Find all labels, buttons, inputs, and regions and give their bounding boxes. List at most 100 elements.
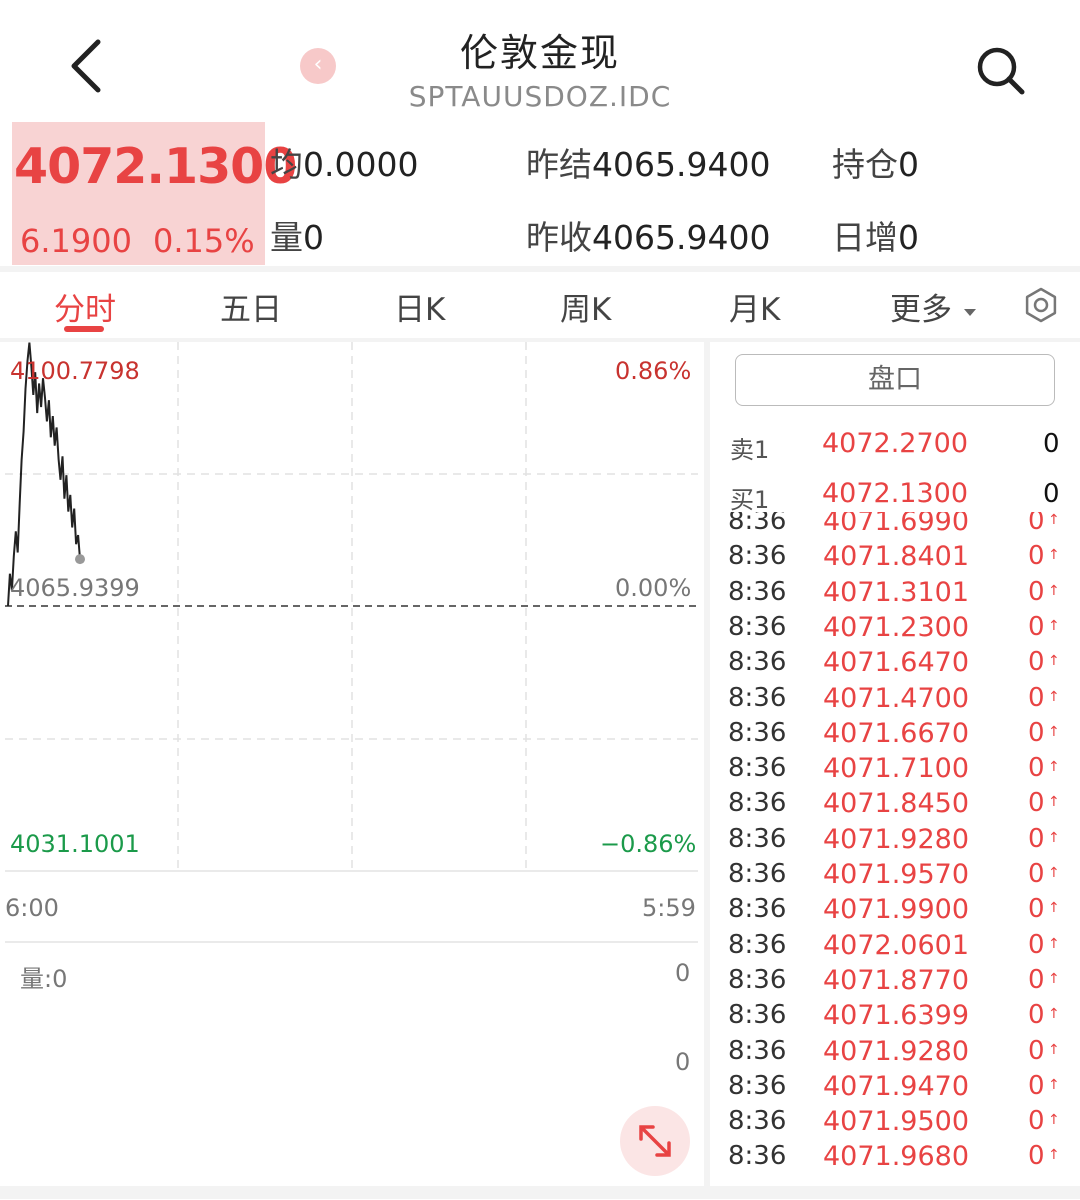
open-interest-field: 持仓0 (832, 145, 919, 184)
trade-volume: 0 (1028, 717, 1045, 748)
fullscreen-button[interactable] (620, 1106, 690, 1176)
trade-time: 8:36 (728, 929, 787, 960)
up-arrow-icon: ↑ (1048, 935, 1060, 952)
up-arrow-icon: ↑ (1048, 512, 1060, 528)
trade-volume: 0 (1028, 576, 1045, 607)
trade-price: 4071.6470 (823, 647, 970, 679)
trade-volume: 0 (1028, 929, 1045, 960)
trade-price: 4071.9470 (823, 1070, 970, 1102)
trade-row: 8:36 4071.6990 0 ↑ (712, 512, 1080, 541)
prev-instrument-button[interactable]: ‹ (300, 48, 336, 84)
price-change-pct: 0.15% (153, 222, 255, 260)
trade-price: 4072.0601 (823, 929, 970, 961)
search-icon (977, 47, 1025, 95)
trade-volume: 0 (1028, 647, 1045, 678)
trade-volume: 0 (1028, 682, 1045, 713)
trade-list[interactable]: 8:36 4071.6990 0 ↑ 8:36 4071.8401 0 ↑ 8:36 4071.3… (712, 512, 1080, 1186)
volume-label: 量:0 (20, 965, 68, 993)
sell1-price: 4072.2700 (822, 428, 969, 459)
tab-five-day[interactable]: 五日 (220, 284, 282, 329)
up-arrow-icon: ↑ (1048, 688, 1060, 705)
tab-weekly-k[interactable]: 周K (560, 284, 611, 329)
sell1-label: 卖1 (730, 436, 770, 464)
trade-time: 8:36 (728, 1070, 787, 1101)
trade-price: 4071.8770 (823, 964, 970, 996)
time-axis-end: 5:59 (642, 894, 696, 922)
trade-time: 8:36 (728, 717, 787, 748)
trade-row: 8:36 4071.8450 0 ↑ (712, 788, 1080, 823)
up-arrow-icon: ↑ (1048, 653, 1060, 670)
trade-row: 8:36 4071.9900 0 ↑ (712, 894, 1080, 929)
daily-increase-field: 日增0 (832, 218, 919, 257)
trade-price: 4071.9570 (823, 859, 970, 890)
trade-volume: 0 (1028, 894, 1045, 925)
trade-price: 4071.6990 (823, 512, 970, 537)
up-arrow-icon: ↑ (1048, 547, 1060, 564)
buy1-volume: 0 (1043, 479, 1060, 509)
trade-price: 4071.6399 (823, 1000, 970, 1032)
prev-settle-field: 昨结4065.9400 (526, 145, 771, 184)
trade-time: 8:36 (728, 647, 787, 678)
trade-time: 8:36 (728, 823, 787, 854)
price-change: 6.1900 (20, 222, 132, 260)
trade-volume: 0 (1028, 788, 1045, 819)
buy1-price: 4072.1300 (822, 478, 969, 509)
up-arrow-icon: ↑ (1048, 1112, 1060, 1129)
trade-time: 8:36 (728, 1141, 787, 1172)
trade-volume: 0 (1028, 512, 1045, 536)
up-arrow-icon: ↑ (1048, 617, 1060, 634)
trade-volume: 0 (1028, 541, 1045, 572)
tab-more[interactable]: 更多 (890, 284, 978, 329)
trade-row: 8:36 4071.9470 0 ↑ (712, 1071, 1080, 1106)
trade-row: 8:36 4071.9280 0 ↑ (712, 824, 1080, 859)
trade-time: 8:36 (728, 1000, 787, 1031)
up-arrow-icon: ↑ (1048, 829, 1060, 846)
trade-volume: 0 (1028, 1070, 1045, 1101)
trade-price: 4071.7100 (823, 753, 970, 785)
volume-axis-bottom: 0 (675, 1048, 691, 1076)
up-arrow-icon: ↑ (1048, 865, 1060, 881)
prev-close-field: 昨收4065.9400 (526, 218, 771, 257)
up-arrow-icon: ↑ (1048, 1041, 1060, 1058)
trade-volume: 0 (1028, 1141, 1045, 1172)
intraday-chart[interactable] (0, 342, 700, 1200)
trade-time: 8:36 (728, 576, 787, 607)
trade-price: 4071.9280 (823, 823, 970, 855)
page-title: 伦敦金现 (459, 31, 620, 75)
chart-mid-pct: 0.00% (615, 574, 692, 602)
chart-max-pct: 0.86% (615, 357, 692, 385)
trade-row: 8:36 4071.9500 0 ↑ (712, 1106, 1080, 1141)
trade-row: 8:36 4071.6399 0 ↑ (712, 1000, 1080, 1035)
trade-volume: 0 (1028, 964, 1045, 995)
up-arrow-icon: ↑ (1048, 1076, 1060, 1093)
back-button[interactable] (62, 36, 112, 96)
up-arrow-icon: ↑ (1048, 582, 1060, 599)
buy1-label: 买1 (730, 486, 770, 514)
trade-price: 4071.8401 (823, 541, 970, 573)
orderbook-tab[interactable]: 盘口 (735, 354, 1055, 406)
trade-time: 8:36 (728, 1035, 787, 1066)
tab-daily-k[interactable]: 日K (394, 284, 445, 329)
trade-row: 8:36 4071.6470 0 ↑ (712, 647, 1080, 682)
avg-field: 均0.0000 (270, 145, 419, 184)
settings-button[interactable] (1022, 286, 1060, 324)
up-arrow-icon: ↑ (1048, 759, 1060, 776)
sell1-volume: 0 (1043, 429, 1060, 459)
trade-volume: 0 (1028, 1000, 1045, 1031)
time-axis-start: 6:00 (5, 894, 59, 922)
tab-intraday[interactable]: 分时 (54, 284, 116, 329)
trade-time: 8:36 (728, 682, 787, 713)
instrument-code: SPTAUUSDOZ.IDC (408, 80, 672, 113)
trade-price: 4071.8450 (823, 788, 970, 820)
last-price: 4072.1300 (14, 138, 297, 195)
search-button[interactable] (972, 42, 1028, 98)
trade-time: 8:36 (728, 788, 787, 819)
up-arrow-icon: ↑ (1048, 1147, 1060, 1164)
trade-price: 4071.9680 (823, 1141, 970, 1173)
tab-monthly-k[interactable]: 月K (729, 284, 780, 329)
chart-min-price: 4031.1001 (10, 830, 140, 858)
trade-time: 8:36 (728, 964, 787, 995)
trade-price: 4071.9500 (823, 1106, 970, 1138)
trade-volume: 0 (1028, 753, 1045, 784)
trade-row: 8:36 4071.6670 0 ↑ (712, 718, 1080, 753)
